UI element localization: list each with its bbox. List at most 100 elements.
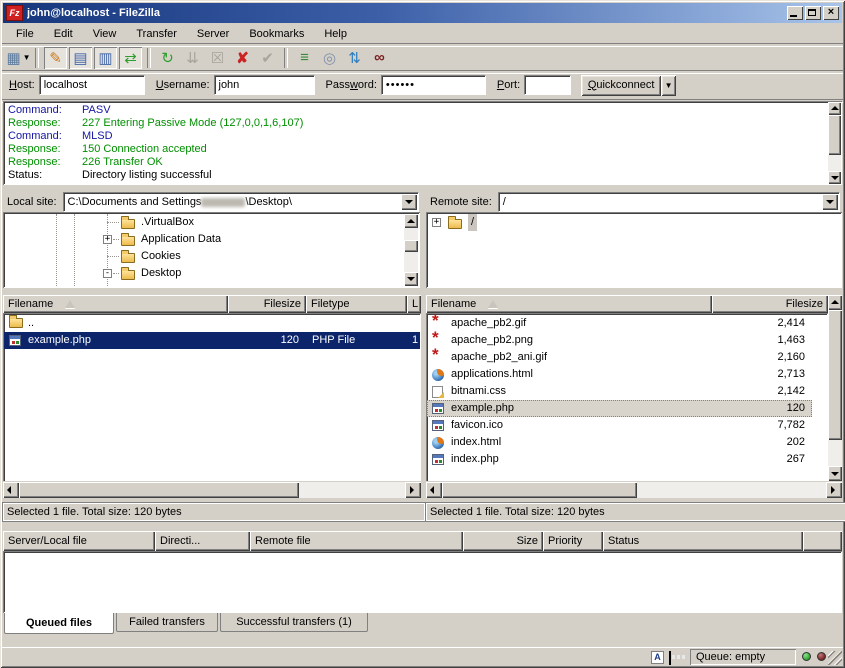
remote-file-list[interactable]: * apache_pb2.gif 2,414 * apache_pb2.png … [426, 313, 828, 481]
port-input[interactable] [524, 75, 571, 95]
close-button[interactable]: × [823, 6, 839, 20]
list-item-example-php[interactable]: example.php 120 PHP File 1 [4, 332, 420, 349]
minimize-button[interactable] [787, 6, 803, 20]
queue-body[interactable] [3, 551, 842, 613]
host-input[interactable]: localhost [39, 75, 145, 95]
menu-transfer[interactable]: Transfer [126, 26, 187, 42]
scroll-up-button[interactable] [404, 214, 418, 228]
scroll-up-button[interactable] [828, 295, 842, 310]
synchronized-browsing-button[interactable]: ⇅ [343, 47, 366, 69]
local-site-combo[interactable]: C:\Documents and Settings\Desktop\ [63, 192, 419, 212]
scrollbar-thumb[interactable] [19, 482, 299, 498]
tab-failed-transfers[interactable]: Failed transfers [116, 613, 218, 632]
scroll-down-button[interactable] [404, 272, 418, 286]
toggle-local-tree-button[interactable]: ▤ [69, 47, 92, 69]
scroll-right-button[interactable] [826, 482, 842, 498]
quickconnect-dropdown-button[interactable]: ▼ [661, 75, 676, 96]
log-scrollbar[interactable] [828, 102, 841, 184]
column-header-priority[interactable]: Priority [543, 531, 603, 551]
local-file-list[interactable]: .. example.php 120 PHP File 1 [3, 313, 421, 481]
local-list-hscrollbar[interactable] [3, 482, 421, 498]
reconnect-button[interactable]: ✔ [256, 47, 279, 69]
menu-bookmarks[interactable]: Bookmarks [239, 26, 314, 42]
list-item[interactable]: applications.html 2,713 [427, 366, 827, 383]
scroll-up-button[interactable] [828, 102, 841, 115]
remote-site-combo[interactable]: / [498, 192, 840, 212]
resize-grip[interactable] [828, 651, 842, 665]
remote-list-vscrollbar[interactable] [828, 295, 842, 481]
list-item[interactable]: index.php 267 [427, 451, 827, 468]
menu-server[interactable]: Server [187, 26, 239, 42]
title-bar[interactable]: Fz john@localhost - FileZilla × [3, 3, 842, 23]
synchronized-browsing-icon: ⇅ [348, 49, 361, 67]
column-header-status[interactable]: Status [603, 531, 803, 551]
scrollbar-thumb[interactable] [442, 482, 637, 498]
column-header-direction[interactable]: Directi... [155, 531, 250, 551]
cancel-button[interactable]: ☒ [206, 47, 229, 69]
site-manager-button[interactable]: ▦▼ [7, 47, 30, 69]
minimize-icon [790, 15, 797, 17]
tree-item-cookies[interactable]: Cookies [3, 248, 420, 265]
list-item[interactable]: * apache_pb2.gif 2,414 [427, 315, 827, 332]
toggle-remote-tree-button[interactable]: ▥ [94, 47, 117, 69]
column-header-remote-file[interactable]: Remote file [250, 531, 463, 551]
column-header-filesize[interactable]: Filesize [228, 295, 306, 313]
scrollbar-thumb[interactable] [828, 115, 841, 155]
column-header-filename[interactable]: Filename [426, 295, 712, 313]
list-item[interactable]: * apache_pb2_ani.gif 2,160 [427, 349, 827, 366]
column-header-size[interactable]: Size [463, 531, 543, 551]
activity-led-green [802, 652, 811, 661]
directory-comparison-button[interactable]: ◎ [318, 47, 341, 69]
toggle-transfer-queue-button[interactable]: ⇄ [119, 47, 142, 69]
menu-file[interactable]: File [6, 26, 44, 42]
list-item-parent-dir[interactable]: .. [4, 315, 420, 332]
quickconnect-button[interactable]: Quickconnect [581, 75, 661, 96]
process-queue-button[interactable]: ⇊ [181, 47, 204, 69]
scroll-down-button[interactable] [828, 466, 842, 481]
column-header-filetype[interactable]: Filetype [306, 295, 407, 313]
scroll-right-button[interactable] [405, 482, 421, 498]
tab-successful-transfers[interactable]: Successful transfers (1) [220, 613, 368, 632]
filter-button[interactable]: ≡ [293, 47, 316, 69]
list-item[interactable]: bitnami.css 2,142 [427, 383, 827, 400]
column-header-filename[interactable]: Filename [3, 295, 228, 313]
expand-icon[interactable]: + [103, 235, 112, 244]
collapse-icon[interactable]: - [103, 269, 112, 278]
tree-item-virtualbox[interactable]: .VirtualBox [3, 214, 420, 231]
scroll-left-button[interactable] [3, 482, 19, 498]
password-input[interactable]: •••••• [381, 75, 486, 95]
list-item[interactable]: * apache_pb2.png 1,463 [427, 332, 827, 349]
local-tree-scrollbar[interactable] [404, 214, 418, 286]
scrollbar-thumb[interactable] [828, 310, 842, 440]
tree-item-application-data[interactable]: + Application Data [3, 231, 420, 248]
scroll-left-button[interactable] [426, 482, 442, 498]
refresh-button[interactable]: ↻ [156, 47, 179, 69]
local-site-dropdown-button[interactable] [401, 194, 417, 210]
list-item[interactable]: index.html 202 [427, 434, 827, 451]
disconnect-button[interactable]: ✘ [231, 47, 254, 69]
column-header-server-local-file[interactable]: Server/Local file [3, 531, 155, 551]
scrollbar-thumb[interactable] [404, 240, 418, 252]
column-header-last-modified[interactable]: L [407, 295, 421, 313]
menu-view[interactable]: View [83, 26, 127, 42]
remote-site-dropdown-button[interactable] [822, 194, 838, 210]
remote-directory-tree[interactable]: + / [426, 212, 842, 288]
remote-list-hscrollbar[interactable] [426, 482, 842, 498]
column-header-filesize[interactable]: Filesize [712, 295, 828, 313]
tree-item-root[interactable]: + / [426, 214, 842, 231]
maximize-button[interactable] [805, 6, 821, 20]
scroll-down-button[interactable] [828, 171, 841, 184]
menu-help[interactable]: Help [314, 26, 357, 42]
toggle-message-log-button[interactable]: ✎ [44, 47, 67, 69]
find-files-button[interactable]: ∞ [368, 47, 391, 69]
tab-queued-files[interactable]: Queued files [4, 613, 114, 634]
close-icon: × [823, 6, 839, 19]
tree-item-desktop[interactable]: - Desktop [3, 265, 420, 282]
local-directory-tree[interactable]: .VirtualBox + Application Data Cookies -… [3, 212, 420, 288]
list-item[interactable]: favicon.ico 7,782 [427, 417, 827, 434]
list-item-selected[interactable]: example.php 120 [427, 400, 812, 417]
expand-icon[interactable]: + [432, 218, 441, 227]
username-input[interactable]: john [214, 75, 315, 95]
menu-edit[interactable]: Edit [44, 26, 83, 42]
message-log[interactable]: Command:PASV Response:227 Entering Passi… [3, 101, 842, 185]
